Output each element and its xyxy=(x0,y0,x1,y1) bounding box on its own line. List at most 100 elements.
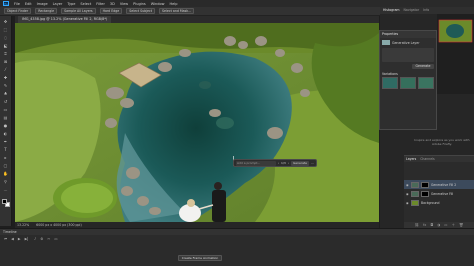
more-options-icon[interactable]: ⋯ xyxy=(311,161,314,165)
select-and-mask-button[interactable]: Select and Mask... xyxy=(159,8,195,14)
blur-tool-icon[interactable]: ● xyxy=(2,123,9,128)
menu-image[interactable]: Image xyxy=(37,2,48,6)
transition-icon[interactable]: ▭ xyxy=(54,237,57,241)
next-frame-icon[interactable]: ▶▏ xyxy=(25,237,30,241)
timeline-panel: Timeline ⏮ ◀ ▶ ▶▏ ♪ ⚙ ✂ ▭ Create Frame A… xyxy=(0,228,474,266)
hard-edge-checkbox[interactable]: Hard Edge xyxy=(99,8,123,14)
layer-name: Background xyxy=(421,200,440,205)
dodge-tool-icon[interactable]: ◐ xyxy=(2,131,9,136)
visibility-eye-icon[interactable]: ◉ xyxy=(406,192,409,196)
menu-edit[interactable]: Edit xyxy=(25,2,32,6)
adjustment-layer-icon[interactable]: ◑ xyxy=(437,223,440,227)
shape-tool-icon[interactable]: ▢ xyxy=(2,163,9,168)
path-selection-icon[interactable]: ▸ xyxy=(2,155,9,160)
previous-frame-icon[interactable]: ◀ xyxy=(11,237,14,241)
layer-row[interactable]: ◉ Background xyxy=(404,198,474,207)
foreground-color-swatch[interactable] xyxy=(1,199,7,204)
layer-mask-thumbnail[interactable] xyxy=(421,181,429,188)
layer-name: Generative Fill 2 xyxy=(431,182,457,187)
layer-row[interactable]: ◉ Generative Fill 2 xyxy=(404,180,474,189)
layer-name: Generative Fill xyxy=(431,191,454,196)
gradient-tool-icon[interactable]: ▤ xyxy=(2,115,9,120)
menu-type[interactable]: Type xyxy=(67,2,75,6)
menu-filter[interactable]: Filter xyxy=(96,2,105,6)
variations-label: Variations xyxy=(382,72,398,76)
pen-tool-icon[interactable]: ✒ xyxy=(2,139,9,144)
menu-3d[interactable]: 3D xyxy=(110,2,115,6)
marquee-tool-icon[interactable]: ⬚ xyxy=(2,27,9,32)
layer-style-icon[interactable]: fx xyxy=(423,223,426,227)
variations-grid xyxy=(380,77,436,89)
hand-tool-icon[interactable]: ✋ xyxy=(2,171,9,176)
tab-channels[interactable]: Channels xyxy=(420,156,434,162)
first-frame-icon[interactable]: ⏮ xyxy=(4,237,7,241)
variation-thumbnail[interactable] xyxy=(400,77,416,89)
timeline-controls: ⏮ ◀ ▶ ▶▏ ♪ ⚙ ✂ ▭ xyxy=(0,235,474,243)
delete-layer-icon[interactable]: 🗑 xyxy=(459,223,463,227)
menu-help[interactable]: Help xyxy=(170,2,178,6)
document-info: 6000 px x 4000 px (300 ppi) xyxy=(36,223,82,227)
previous-variation-icon[interactable]: ‹ xyxy=(278,161,279,165)
object-finder-toggle[interactable]: Object Finder xyxy=(4,8,32,14)
history-brush-icon[interactable]: ↺ xyxy=(2,99,9,104)
layer-mask-thumbnail[interactable] xyxy=(421,190,429,197)
document-tab[interactable]: IMG_4358.jpg @ 13.2% (Generative Fill 2,… xyxy=(18,16,112,23)
properties-prompt-field[interactable] xyxy=(382,48,434,62)
eraser-tool-icon[interactable]: ▭ xyxy=(2,107,9,112)
tab-histogram[interactable]: Histogram xyxy=(383,7,400,14)
menu-select[interactable]: Select xyxy=(80,2,91,6)
zoom-tool-icon[interactable]: ⚲ xyxy=(2,179,9,184)
brush-tool-icon[interactable]: ✎ xyxy=(2,83,9,88)
variation-counter: 1/3 xyxy=(280,161,286,165)
variation-thumbnail[interactable] xyxy=(382,77,398,89)
play-icon[interactable]: ▶ xyxy=(18,237,21,241)
type-tool-icon[interactable]: T xyxy=(2,147,9,152)
link-layers-icon[interactable]: ⛓ xyxy=(415,223,419,227)
visibility-eye-icon[interactable]: ◉ xyxy=(406,201,409,205)
clone-stamp-icon[interactable]: ♣ xyxy=(2,91,9,96)
new-layer-icon[interactable]: ＋ xyxy=(451,223,455,228)
layers-options-area xyxy=(404,162,474,180)
variation-thumbnail[interactable] xyxy=(418,77,434,89)
menu-plugins[interactable]: Plugins xyxy=(133,2,146,6)
frame-tool-icon[interactable]: ⊠ xyxy=(2,59,9,64)
menu-layer[interactable]: Layer xyxy=(53,2,63,6)
zoom-level[interactable]: 13.22% xyxy=(17,223,29,227)
generative-layer-label: Generative Layer xyxy=(392,40,420,45)
new-group-icon[interactable]: ▭ xyxy=(444,223,447,227)
visibility-eye-icon[interactable]: ◉ xyxy=(406,183,409,187)
layers-panel: Layers Channels ◉ Generative Fill 2 ◉ Ge… xyxy=(404,155,474,228)
select-subject-button[interactable]: Select Subject xyxy=(126,8,156,14)
next-variation-icon[interactable]: › xyxy=(288,161,289,165)
menu-view[interactable]: View xyxy=(120,2,128,6)
generate-button[interactable]: Generate xyxy=(290,160,309,166)
generative-prompt-input[interactable]: Add a prompt... xyxy=(236,160,276,166)
eyedropper-tool-icon[interactable]: ⁄ xyxy=(2,67,9,72)
object-selection-tool-icon[interactable]: ⬕ xyxy=(2,43,9,48)
menu-window[interactable]: Window xyxy=(151,2,165,6)
settings-icon[interactable]: ⚙ xyxy=(40,237,43,241)
audio-icon[interactable]: ♪ xyxy=(34,237,36,241)
document-canvas[interactable] xyxy=(15,23,379,222)
crop-tool-icon[interactable]: ⌗ xyxy=(2,51,9,56)
sample-all-layers-checkbox[interactable]: Sample All Layers xyxy=(61,8,96,14)
garden-pond-photo xyxy=(15,23,379,222)
photoshop-window: Ps File Edit Image Layer Type Select Fil… xyxy=(0,0,474,266)
layer-row[interactable]: ◉ Generative Fill xyxy=(404,189,474,198)
mode-select[interactable]: Rectangle xyxy=(35,8,58,14)
tab-info[interactable]: Info xyxy=(423,7,429,14)
generative-layer-row: Generative Layer xyxy=(380,38,436,47)
layers-footer: ⛓ fx ◘ ◑ ▭ ＋ 🗑 xyxy=(404,222,474,228)
lasso-tool-icon[interactable]: ◌ xyxy=(2,35,9,40)
create-frame-animation-button[interactable]: Create Frame Animation xyxy=(178,255,222,261)
menu-file[interactable]: File xyxy=(14,2,20,6)
more-tools-icon[interactable]: … xyxy=(2,187,9,192)
tab-navigator[interactable]: Navigator xyxy=(404,7,420,14)
cut-icon[interactable]: ✂ xyxy=(47,237,50,241)
healing-brush-icon[interactable]: ✚ xyxy=(2,75,9,80)
move-tool-icon[interactable]: ✥ xyxy=(2,19,9,24)
navigator-preview[interactable] xyxy=(437,14,474,94)
tab-layers[interactable]: Layers xyxy=(406,156,416,162)
add-mask-icon[interactable]: ◘ xyxy=(430,223,433,227)
color-swatches[interactable] xyxy=(1,199,10,207)
